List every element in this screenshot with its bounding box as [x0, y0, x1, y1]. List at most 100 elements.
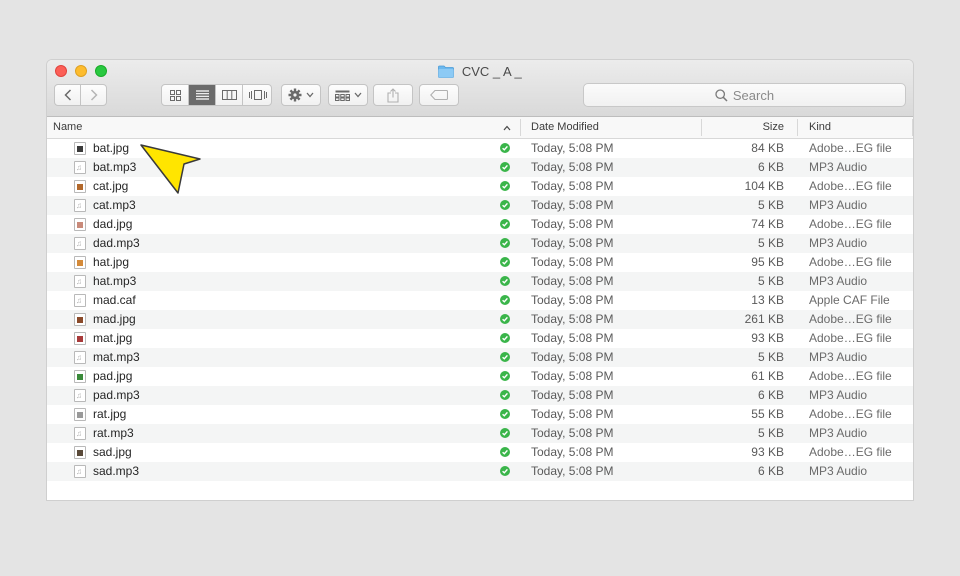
- file-name: cat.mp3: [93, 198, 136, 212]
- audio-file-icon: ♫: [74, 351, 86, 364]
- file-date-modified: Today, 5:08 PM: [531, 274, 614, 288]
- image-file-icon: [74, 142, 86, 155]
- file-date-modified: Today, 5:08 PM: [531, 141, 614, 155]
- chevron-left-icon: [63, 89, 71, 101]
- file-kind: MP3 Audio: [809, 236, 868, 250]
- file-date-modified: Today, 5:08 PM: [531, 217, 614, 231]
- folder-icon: [438, 65, 455, 78]
- file-row[interactable]: ♫ mat.mp3 Today, 5:08 PM 5 KB MP3 Audio: [47, 348, 913, 367]
- icon-view-button[interactable]: [162, 85, 189, 105]
- synced-check-icon: [500, 333, 510, 343]
- file-size: 74 KB: [751, 217, 784, 231]
- chevron-right-icon: [90, 89, 98, 101]
- file-size: 6 KB: [757, 160, 784, 174]
- share-button[interactable]: [373, 84, 413, 106]
- action-menu-button[interactable]: [281, 84, 321, 106]
- file-row[interactable]: ♫ dad.mp3 Today, 5:08 PM 5 KB MP3 Audio: [47, 234, 913, 253]
- column-divider[interactable]: [912, 119, 913, 136]
- file-size: 6 KB: [757, 464, 784, 478]
- view-mode-control: [161, 84, 272, 106]
- image-thumbnail: [77, 317, 83, 323]
- file-name: sad.mp3: [93, 464, 140, 478]
- tag-icon: [430, 90, 448, 100]
- music-note-icon: ♫: [76, 429, 82, 438]
- chevron-down-icon: [354, 92, 361, 98]
- audio-file-icon: ♫: [74, 465, 86, 478]
- file-row[interactable]: ♫ sad.mp3 Today, 5:08 PM 6 KB MP3 Audio: [47, 462, 913, 481]
- window-title: CVC _ A _: [461, 64, 522, 80]
- toolbar: CVC _ A _ Search: [47, 60, 913, 117]
- file-size: 5 KB: [757, 426, 784, 440]
- file-date-modified: Today, 5:08 PM: [531, 331, 614, 345]
- image-file-icon: [74, 180, 86, 193]
- file-kind: MP3 Audio: [809, 350, 868, 364]
- file-row[interactable]: ♫ mad.caf Today, 5:08 PM 13 KB Apple CAF Fil…: [47, 291, 913, 310]
- arrange-menu-button[interactable]: [328, 84, 368, 106]
- file-size: 5 KB: [757, 198, 784, 212]
- column-divider[interactable]: [797, 119, 798, 136]
- back-forward-group: [54, 84, 107, 106]
- file-name: sad.jpg: [93, 445, 132, 459]
- image-thumbnail: [77, 412, 83, 418]
- file-date-modified: Today, 5:08 PM: [531, 236, 614, 250]
- file-row[interactable]: rat.jpg Today, 5:08 PM 55 KB Adobe…EG file: [47, 405, 913, 424]
- column-view-icon: [221, 90, 237, 100]
- file-kind: Adobe…EG file: [809, 369, 892, 383]
- tags-button[interactable]: [419, 84, 459, 106]
- file-row[interactable]: dad.jpg Today, 5:08 PM 74 KB Adobe…EG file: [47, 215, 913, 234]
- back-button[interactable]: [55, 85, 81, 105]
- file-row[interactable]: hat.jpg Today, 5:08 PM 95 KB Adobe…EG file: [47, 253, 913, 272]
- date-column-label: Date Modified: [531, 121, 599, 133]
- file-date-modified: Today, 5:08 PM: [531, 160, 614, 174]
- file-size: 61 KB: [751, 369, 784, 383]
- file-row[interactable]: sad.jpg Today, 5:08 PM 93 KB Adobe…EG file: [47, 443, 913, 462]
- music-note-icon: ♫: [76, 201, 82, 210]
- audio-file-icon: ♫: [74, 199, 86, 212]
- synced-check-icon: [500, 257, 510, 267]
- file-row[interactable]: ♫ cat.mp3 Today, 5:08 PM 5 KB MP3 Audio: [47, 196, 913, 215]
- music-note-icon: ♫: [76, 296, 82, 305]
- file-size: 95 KB: [751, 255, 784, 269]
- arrange-icon: [334, 90, 350, 101]
- audio-file-icon: ♫: [74, 161, 86, 174]
- image-thumbnail: [77, 222, 83, 228]
- synced-check-icon: [500, 371, 510, 381]
- file-kind: MP3 Audio: [809, 198, 868, 212]
- search-field[interactable]: Search: [583, 83, 906, 107]
- file-row[interactable]: mad.jpg Today, 5:08 PM 261 KB Adobe…EG file: [47, 310, 913, 329]
- column-divider[interactable]: [520, 119, 521, 136]
- synced-check-icon: [500, 466, 510, 476]
- synced-check-icon: [500, 200, 510, 210]
- chevron-down-icon: [306, 92, 314, 98]
- file-row[interactable]: pad.jpg Today, 5:08 PM 61 KB Adobe…EG file: [47, 367, 913, 386]
- synced-check-icon: [500, 447, 510, 457]
- file-size: 93 KB: [751, 445, 784, 459]
- name-column-header[interactable]: Name: [47, 117, 520, 138]
- audio-file-icon: ♫: [74, 294, 86, 307]
- cover-flow-view-button[interactable]: [243, 85, 272, 105]
- file-row[interactable]: ♫ rat.mp3 Today, 5:08 PM 5 KB MP3 Audio: [47, 424, 913, 443]
- size-column-header[interactable]: Size: [702, 117, 784, 138]
- file-date-modified: Today, 5:08 PM: [531, 312, 614, 326]
- icon-view-icon: [169, 89, 181, 101]
- image-thumbnail: [77, 374, 83, 380]
- kind-column-header[interactable]: Kind: [809, 117, 909, 138]
- column-view-button[interactable]: [216, 85, 243, 105]
- synced-check-icon: [500, 314, 510, 324]
- synced-check-icon: [500, 428, 510, 438]
- file-row[interactable]: ♫ hat.mp3 Today, 5:08 PM 5 KB MP3 Audio: [47, 272, 913, 291]
- music-note-icon: ♫: [76, 353, 82, 362]
- forward-button[interactable]: [81, 85, 107, 105]
- file-row[interactable]: ♫ pad.mp3 Today, 5:08 PM 6 KB MP3 Audio: [47, 386, 913, 405]
- audio-file-icon: ♫: [74, 275, 86, 288]
- date-column-header[interactable]: Date Modified: [531, 117, 701, 138]
- file-kind: MP3 Audio: [809, 426, 868, 440]
- music-note-icon: ♫: [76, 467, 82, 476]
- file-size: 5 KB: [757, 350, 784, 364]
- file-row[interactable]: mat.jpg Today, 5:08 PM 93 KB Adobe…EG file: [47, 329, 913, 348]
- file-date-modified: Today, 5:08 PM: [531, 350, 614, 364]
- file-name: pad.mp3: [93, 388, 140, 402]
- file-kind: Apple CAF File: [809, 293, 890, 307]
- list-view-button[interactable]: [189, 85, 216, 105]
- image-file-icon: [74, 256, 86, 269]
